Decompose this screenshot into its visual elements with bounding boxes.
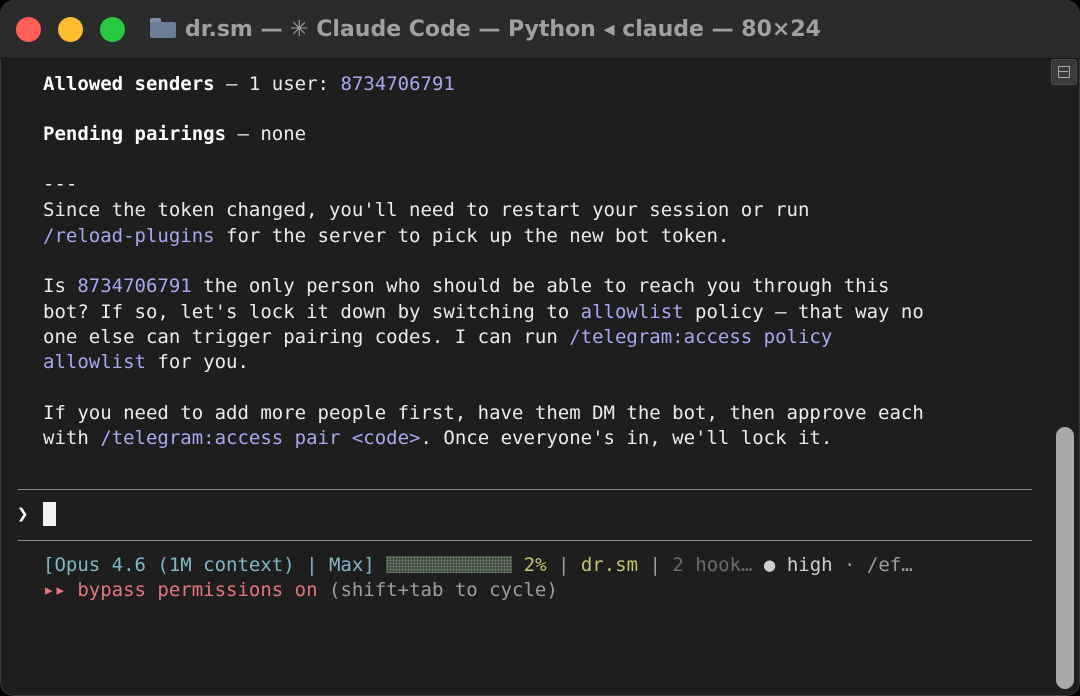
- paragraph-2-line-2-post: policy — that way no: [683, 301, 924, 323]
- model-indicator: [Opus 4.6 (1M context) | Max]: [43, 554, 375, 576]
- allowed-senders-count: — 1 user:: [214, 73, 341, 95]
- split-pane-button[interactable]: [1051, 59, 1077, 85]
- context-meter: [386, 556, 513, 573]
- paragraph-2-line-1-post: the only person who should be able to re…: [191, 275, 890, 297]
- allowed-senders-line: Allowed senders — 1 user: 8734706791: [43, 71, 455, 97]
- paragraph-2-line-2-pre: bot? If so, let's lock it down by switch…: [43, 301, 581, 323]
- project-name: dr.sm: [580, 554, 639, 576]
- paragraph-3-line-2-post: . Once everyone's in, we'll lock it.: [420, 427, 833, 449]
- window-title-group: dr.sm — ✳ Claude Code — Python ◂ claude …: [150, 14, 821, 44]
- bypass-permissions-label: bypass permissions on: [65, 579, 318, 601]
- context-percent: 2%: [523, 554, 547, 576]
- input-cursor[interactable]: [43, 502, 56, 526]
- paragraph-2-line-3-pre: one else can trigger pairing codes. I ca…: [43, 326, 570, 348]
- folder-icon: [150, 18, 176, 38]
- title-bar[interactable]: dr.sm — ✳ Claude Code — Python ◂ claude …: [0, 0, 1080, 59]
- paragraph-3-line-2-pre: with: [43, 427, 101, 449]
- minimize-button[interactable]: [58, 17, 83, 42]
- paragraph-3-line-2: with /telegram:access pair <code>. Once …: [43, 425, 832, 451]
- split-pane-icon: [1058, 66, 1070, 78]
- paragraph-3-line-1: If you need to add more people first, ha…: [43, 402, 924, 424]
- terminal-content[interactable]: Allowed senders — 1 user: 8734706791 Pen…: [0, 59, 1050, 696]
- paragraph-1-line-2: /reload-plugins for the server to pick u…: [43, 223, 729, 249]
- hooks-indicator: 2 hook…: [672, 554, 753, 576]
- fast-forward-icon: ▸▸: [43, 579, 66, 601]
- close-button[interactable]: [16, 17, 41, 42]
- allowlist-command-arg: allowlist: [43, 351, 146, 373]
- telegram-access-policy-command: /telegram:access policy: [569, 326, 833, 348]
- status-separator: |: [546, 554, 581, 576]
- allowed-senders-label: Allowed senders: [43, 73, 215, 95]
- paragraph-2-line-4: allowlist for you.: [43, 349, 249, 375]
- paragraph-2-line-2: bot? If so, let's lock it down by switch…: [43, 299, 924, 325]
- permission-mode-line: ▸▸ bypass permissions on (shift+tab to c…: [43, 577, 558, 603]
- paragraph-1-line-1: Since the token changed, you'll need to …: [43, 199, 810, 221]
- reload-plugins-command: /reload-plugins: [43, 225, 215, 247]
- pending-pairings-value: — none: [226, 123, 307, 145]
- zoom-button[interactable]: [100, 17, 125, 42]
- status-separator: |: [638, 554, 673, 576]
- input-bottom-divider: [18, 540, 1032, 541]
- paragraph-2-user-id: 8734706791: [77, 275, 192, 297]
- terminal-window: dr.sm — ✳ Claude Code — Python ◂ claude …: [0, 0, 1080, 696]
- effort-dot-icon: ●: [763, 554, 776, 576]
- pending-pairings-label: Pending pairings: [43, 123, 227, 145]
- paragraph-2-line-4-post: for you.: [145, 351, 249, 373]
- telegram-access-pair-command: /telegram:access pair <code>: [100, 427, 421, 449]
- paragraph-1-line-2-text: for the server to pick up the new bot to…: [214, 225, 730, 247]
- scrollbar-thumb[interactable]: [1056, 427, 1074, 689]
- allowlist-keyword: allowlist: [580, 301, 684, 323]
- paragraph-2-line-3: one else can trigger pairing codes. I ca…: [43, 324, 832, 350]
- paragraph-2-line-1-pre: Is: [43, 275, 78, 297]
- status-tail: · /ef…: [832, 554, 913, 576]
- paragraph-2-line-1: Is 8734706791 the only person who should…: [43, 273, 890, 299]
- window-title: dr.sm — ✳ Claude Code — Python ◂ claude …: [185, 16, 821, 42]
- pending-pairings-line: Pending pairings — none: [43, 121, 306, 147]
- mode-cycle-hint: (shift+tab to cycle): [317, 579, 558, 601]
- status-line: [Opus 4.6 (1M context) | Max] 2% | dr.sm…: [43, 552, 913, 578]
- prompt-chevron-icon: ❯: [17, 503, 29, 525]
- effort-level: high: [775, 554, 833, 576]
- allowed-user-id: 8734706791: [340, 73, 455, 95]
- markdown-rule: ---: [43, 173, 78, 195]
- input-top-divider: [18, 489, 1032, 490]
